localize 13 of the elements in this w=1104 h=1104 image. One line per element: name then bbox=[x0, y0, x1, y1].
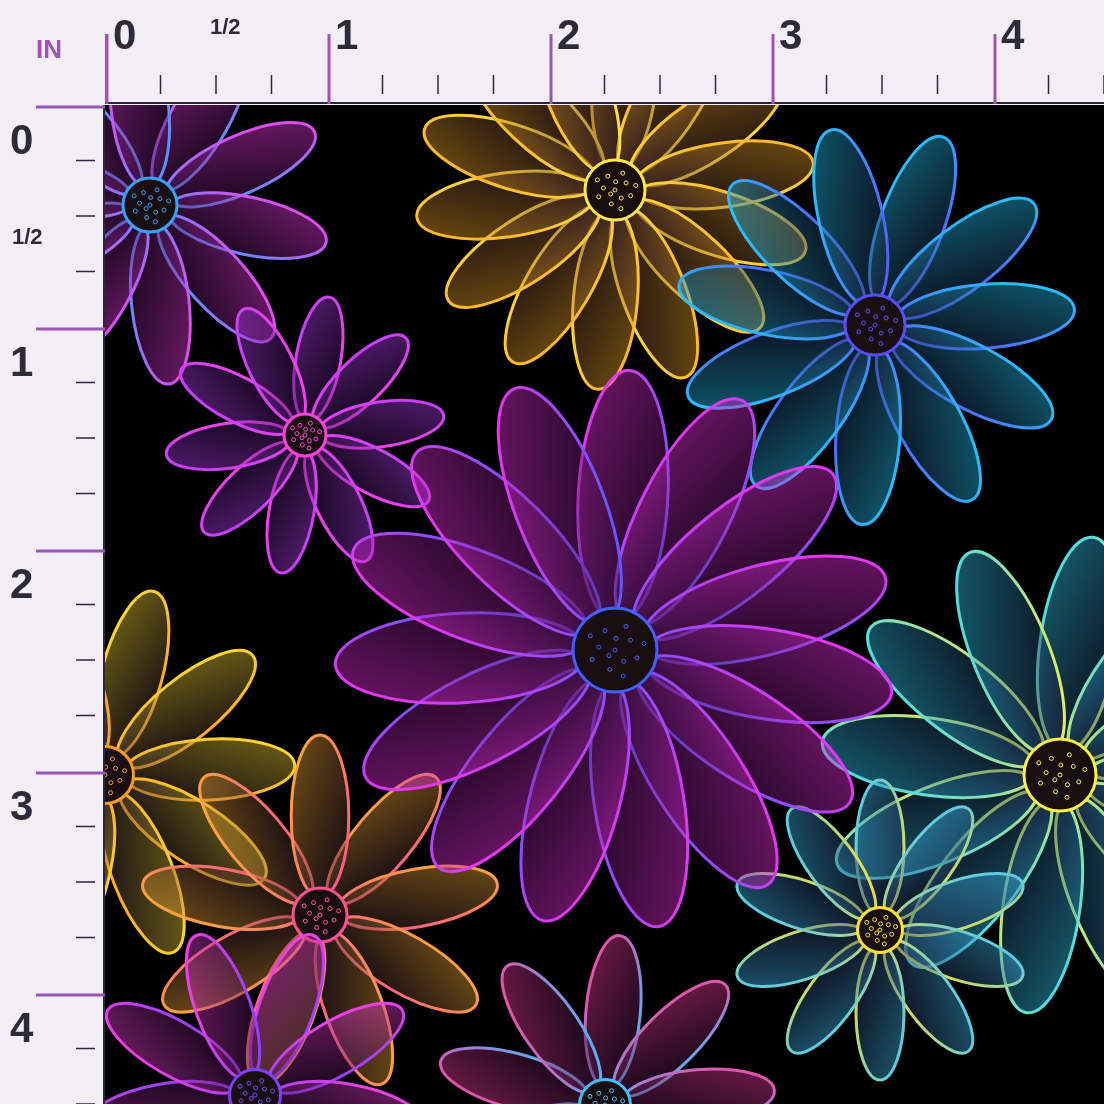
ruler-label: 4 bbox=[10, 1007, 34, 1049]
ruler-label: 1/2 bbox=[12, 226, 43, 248]
ruler-label: 3 bbox=[779, 14, 803, 56]
ruler-label: 2 bbox=[557, 14, 581, 56]
ruler-label: 2 bbox=[10, 563, 34, 605]
ruler-label: 0 bbox=[113, 14, 137, 56]
ruler-label: 1/2 bbox=[210, 16, 241, 38]
ruler-label: 3 bbox=[10, 785, 34, 827]
ruler-label: 0 bbox=[10, 119, 34, 161]
unit-label: IN bbox=[36, 36, 62, 62]
ruler-label: 4 bbox=[1001, 14, 1025, 56]
ruler-label: 1 bbox=[335, 14, 359, 56]
ruler-label: 1 bbox=[10, 341, 34, 383]
